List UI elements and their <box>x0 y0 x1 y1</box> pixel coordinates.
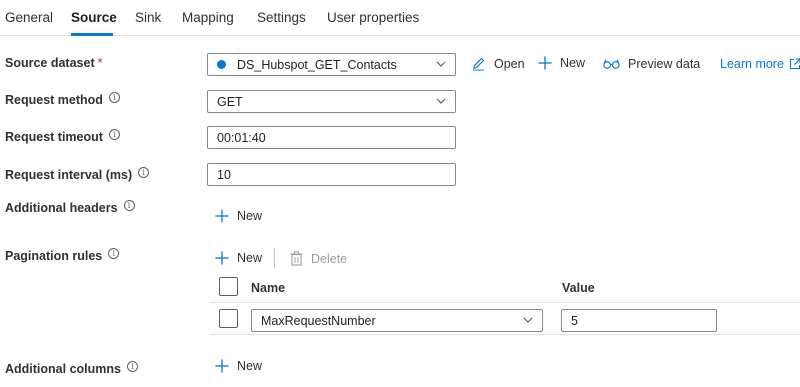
tab-settings[interactable]: Settings <box>257 10 306 25</box>
new-label: New <box>560 56 586 70</box>
table-row-divider <box>210 334 800 335</box>
source-dataset-value: DS_Hubspot_GET_Contacts <box>237 57 397 72</box>
chevron-down-icon <box>436 61 446 67</box>
select-all-checkbox[interactable] <box>219 277 238 296</box>
request-timeout-value: 00:01:40 <box>217 130 266 145</box>
trash-icon <box>290 251 303 266</box>
info-icon: i <box>138 166 150 178</box>
info-icon: i <box>108 91 120 103</box>
request-timeout-label: Request timeout i <box>5 128 120 144</box>
request-timeout-input[interactable]: 00:01:40 <box>207 126 456 149</box>
additional-columns-label-text: Additional columns <box>5 362 121 376</box>
tab-general[interactable]: General <box>5 10 53 25</box>
request-interval-label: Request interval (ms) i <box>5 166 150 182</box>
plus-icon <box>215 209 229 223</box>
value-column-header: Value <box>562 281 595 295</box>
row-checkbox[interactable] <box>219 309 238 328</box>
learn-more-link[interactable]: Learn more <box>720 57 800 71</box>
plus-icon <box>538 56 552 70</box>
external-link-icon <box>789 58 800 70</box>
pagination-name-value: MaxRequestNumber <box>261 313 376 328</box>
add-pagination-label: New <box>237 251 263 265</box>
pagination-value-input[interactable]: 5 <box>561 309 717 332</box>
request-method-value: GET <box>217 94 243 109</box>
additional-columns-label: Additional columns i <box>5 360 138 376</box>
info-icon: i <box>126 360 138 372</box>
plus-icon <box>215 359 229 373</box>
plus-icon <box>215 251 229 265</box>
chevron-down-icon <box>436 98 446 104</box>
request-method-label-text: Request method <box>5 93 103 107</box>
add-pagination-rule-button[interactable]: New <box>215 251 262 265</box>
delete-label: Delete <box>311 251 348 266</box>
tab-sink[interactable]: Sink <box>135 10 161 25</box>
tab-bar: General Source Sink Mapping Settings Use… <box>0 0 800 36</box>
request-timeout-label-text: Request timeout <box>5 130 103 144</box>
table-header-divider <box>210 302 800 303</box>
request-interval-input[interactable]: 10 <box>207 163 456 186</box>
pagination-name-select[interactable]: MaxRequestNumber <box>251 309 543 332</box>
tab-user-properties[interactable]: User properties <box>327 10 419 25</box>
preview-data-label: Preview data <box>628 57 701 71</box>
request-interval-value: 10 <box>217 167 231 182</box>
info-icon: i <box>108 247 120 259</box>
pagination-rules-label-text: Pagination rules <box>5 249 103 263</box>
add-column-label: New <box>237 359 263 373</box>
add-header-label: New <box>237 209 263 223</box>
delete-pagination-rule-button[interactable]: Delete <box>290 251 347 266</box>
additional-headers-label-text: Additional headers <box>5 201 118 215</box>
source-dataset-label-text: Source dataset <box>5 56 95 70</box>
chevron-down-icon <box>523 317 533 323</box>
pagination-rules-label: Pagination rules i <box>5 247 120 263</box>
add-column-button[interactable]: New <box>215 359 262 373</box>
request-method-label: Request method i <box>5 91 120 107</box>
info-icon: i <box>108 128 120 140</box>
pagination-value-value: 5 <box>571 313 578 328</box>
learn-more-label: Learn more <box>720 57 784 71</box>
name-column-header: Name <box>251 281 286 295</box>
tab-mapping[interactable]: Mapping <box>182 10 234 25</box>
pencil-icon <box>472 57 485 71</box>
open-label: Open <box>494 56 525 71</box>
new-dataset-button[interactable]: New <box>538 56 585 70</box>
required-marker: * <box>97 56 103 70</box>
tab-source[interactable]: Source <box>71 10 117 25</box>
additional-headers-label: Additional headers i <box>5 199 135 215</box>
request-interval-label-text: Request interval (ms) <box>5 168 133 182</box>
open-dataset-button[interactable]: Open <box>471 56 525 71</box>
source-dataset-label: Source dataset * <box>5 56 103 70</box>
request-method-select[interactable]: GET <box>207 90 456 113</box>
active-tab-indicator <box>71 33 113 36</box>
dataset-status-icon <box>217 60 226 69</box>
info-icon: i <box>123 199 135 211</box>
preview-data-button[interactable]: Preview data <box>603 57 700 71</box>
add-header-button[interactable]: New <box>215 209 262 223</box>
glasses-icon <box>603 59 620 69</box>
toolbar-divider <box>274 248 275 268</box>
source-dataset-select[interactable]: DS_Hubspot_GET_Contacts <box>207 53 456 76</box>
